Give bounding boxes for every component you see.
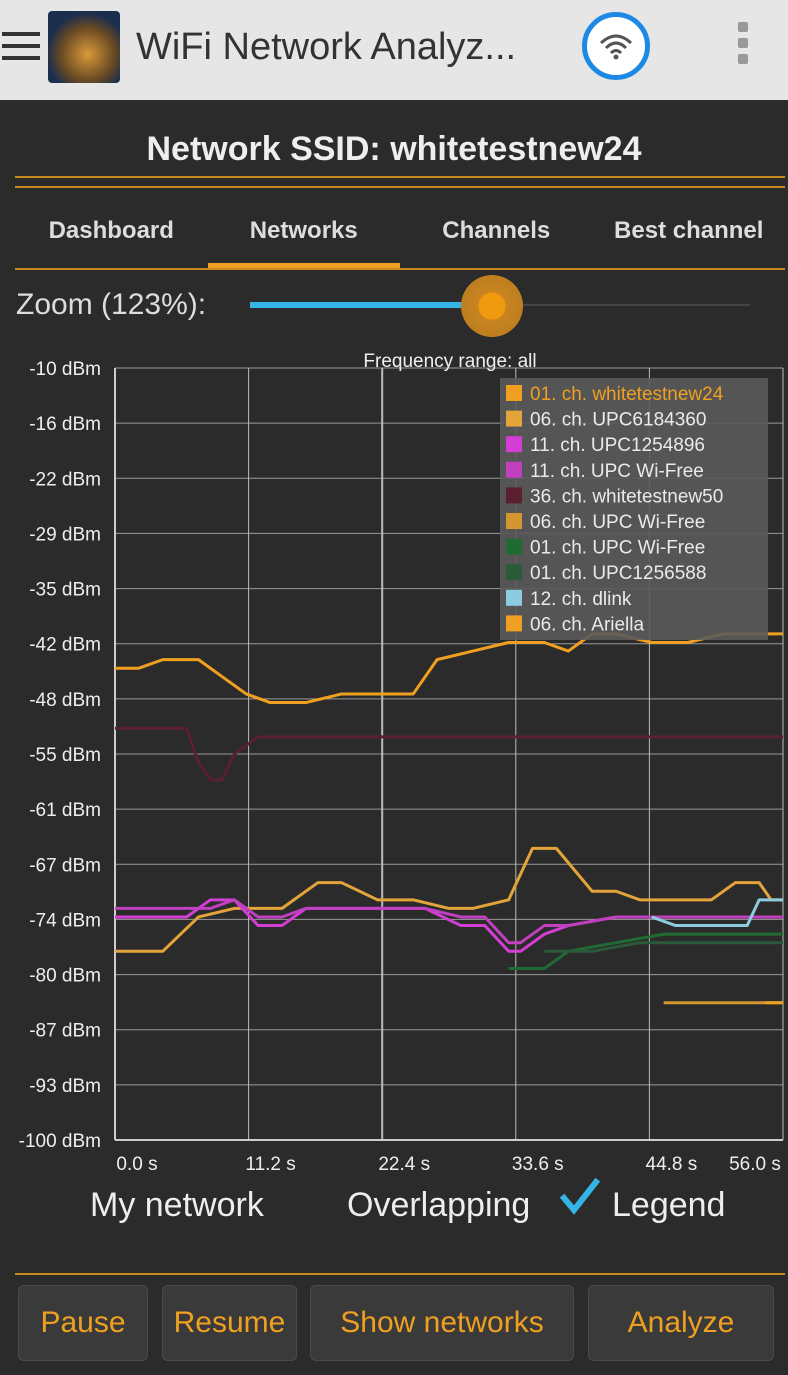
y-tick-label: -80 dBm [29,966,101,987]
x-tick-label: 11.2 s [245,1154,295,1175]
legend-swatch [506,513,522,529]
wifi-badge-icon[interactable] [582,12,650,80]
series-line-9 [651,898,783,928]
y-tick-label: -55 dBm [29,745,101,766]
series-line-8 [544,941,783,953]
legend-swatch [506,564,522,581]
legend-entry: 01. ch. UPC1256588 [530,563,706,584]
legend-entry: 11. ch. UPC Wi-Free [530,461,704,482]
y-tick-label: -48 dBm [29,690,101,711]
legend-swatch [506,589,522,606]
tabs-divider [15,268,785,270]
my-network-option[interactable]: My network [90,1186,264,1225]
tab-dashboard[interactable]: Dashboard [15,200,208,270]
zoom-slider-fill[interactable] [250,302,490,308]
tab-networks[interactable]: Networks [207,200,401,270]
y-tick-label: -29 dBm [29,524,101,545]
bottom-divider [15,1273,785,1275]
y-tick-label: -35 dBm [29,580,101,601]
legend-entry: 06. ch. Ariella [530,614,644,635]
x-tick-label: 33.6 s [512,1154,564,1175]
x-tick-label: 44.8 s [646,1154,698,1175]
legend-swatch [506,436,522,453]
legend-swatch [506,615,522,632]
analyze-button[interactable]: Analyze [588,1285,774,1361]
y-tick-label: -22 dBm [29,469,101,490]
x-tick-label: 22.4 s [378,1154,430,1175]
x-tick-label: 56.0 s [729,1154,781,1175]
overflow-menu-icon[interactable] [736,22,750,74]
legend-entry: 36. ch. whitetestnew50 [530,486,723,507]
y-tick-label: -93 dBm [29,1076,101,1097]
legend-swatch [506,461,522,478]
zoom-slider-thumb[interactable] [461,275,523,337]
legend-entry: 11. ch. UPC1254896 [530,435,705,456]
y-tick-label: -42 dBm [29,635,101,656]
app-title: WiFi Network Analyz... [136,26,517,68]
tab-best-channel[interactable]: Best channel [593,200,786,270]
y-tick-label: -16 dBm [29,414,101,435]
legend-entry: 06. ch. UPC6184360 [530,410,706,431]
legend-swatch [506,410,522,427]
legend-checkbox-icon[interactable] [559,1177,601,1218]
legend-swatch [506,487,522,504]
signal-chart-svg: -10 dBm -16 dBm -22 dBm -29 dBm -35 dBm -42 d… [19,351,784,1175]
chart-title: Frequency range: all [363,351,536,372]
header-divider-top [15,176,785,178]
y-tick-label: -61 dBm [29,800,101,821]
hamburger-menu-icon[interactable] [2,32,42,62]
legend-swatch [506,385,522,401]
y-tick-label: -67 dBm [29,855,101,876]
legend-option[interactable]: Legend [612,1186,725,1225]
resume-button[interactable]: Resume [162,1285,297,1361]
show-networks-button[interactable]: Show networks [310,1285,574,1361]
overlapping-option[interactable]: Overlapping [347,1186,530,1225]
zoom-slider-track[interactable] [490,304,750,306]
wifi-analyzer-app-icon [48,11,120,83]
y-tick-label: -10 dBm [29,359,101,380]
x-tick-label: 0.0 s [116,1154,157,1175]
legend-entry: 12. ch. dlink [530,589,632,610]
legend-swatch [506,538,522,555]
network-ssid-title: Network SSID: whitetestnew24 [146,130,642,168]
y-tick-label: -74 dBm [29,910,101,931]
pause-button[interactable]: Pause [18,1285,148,1361]
app-bar: WiFi Network Analyz... [0,0,788,100]
signal-chart: -10 dBm -16 dBm -22 dBm -29 dBm -35 dBm -42 d… [0,350,788,1180]
tab-bar: Dashboard Networks Channels Best channel [15,200,785,270]
zoom-label: Zoom (123%): [16,288,207,321]
tab-channels[interactable]: Channels [400,200,593,270]
legend-entry: 06. ch. UPC Wi-Free [530,512,705,533]
legend-entry: 01. ch. UPC Wi-Free [530,538,705,559]
y-tick-label: -100 dBm [19,1131,101,1152]
legend-entry: 01. ch. whitetestnew24 [530,384,724,405]
header-divider-bottom [15,186,785,188]
y-tick-label: -87 dBm [29,1021,101,1042]
